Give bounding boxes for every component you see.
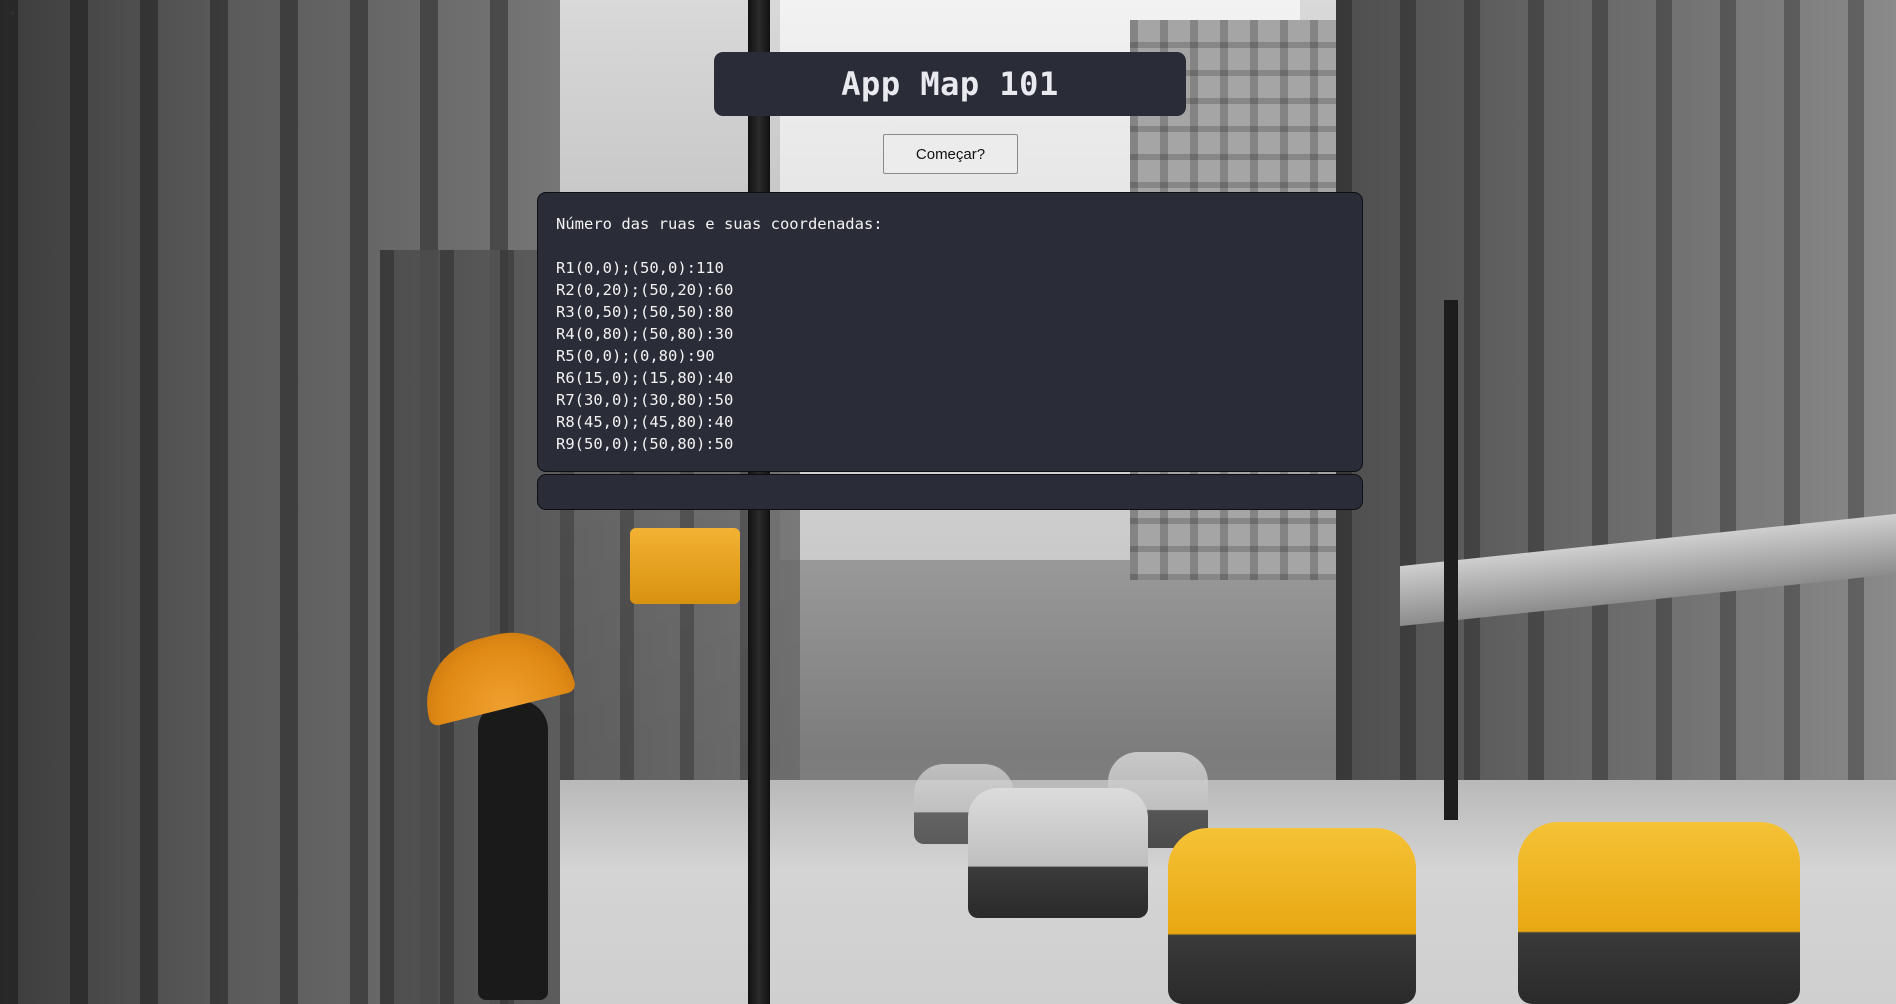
street-item: R4(0,80);(50,80):30 <box>556 325 734 343</box>
street-item: R3(0,50);(50,50):80 <box>556 303 734 321</box>
background-traffic-sign <box>630 528 740 604</box>
streets-info-panel: Número das ruas e suas coordenadas: R1(0… <box>537 192 1363 472</box>
title-banner: App Map 101 <box>714 52 1186 116</box>
streets-heading: Número das ruas e suas coordenadas: <box>556 215 883 233</box>
background-car <box>968 788 1148 918</box>
street-item: R6(15,0);(15,80):40 <box>556 369 734 387</box>
start-button[interactable]: Começar? <box>883 134 1018 174</box>
street-list: R1(0,0);(50,0):110 R2(0,20);(50,20):60 R… <box>556 257 1344 455</box>
street-item: R5(0,0);(0,80):90 <box>556 347 715 365</box>
broken-image-icon: ⇢ <box>4 6 15 21</box>
street-item: R8(45,0);(45,80):40 <box>556 413 734 431</box>
street-item: R9(50,0);(50,80):50 <box>556 435 734 453</box>
background-pedestrian <box>478 700 548 1000</box>
street-item: R1(0,0);(50,0):110 <box>556 259 724 277</box>
street-item: R7(30,0);(30,80):50 <box>556 391 734 409</box>
background-taxi <box>1168 828 1416 1004</box>
background-lamp-post-right <box>1444 300 1458 820</box>
street-item: R2(0,20);(50,20):60 <box>556 281 734 299</box>
output-panel <box>537 474 1363 510</box>
background-taxi <box>1518 822 1800 1004</box>
page-title: App Map 101 <box>841 65 1059 103</box>
